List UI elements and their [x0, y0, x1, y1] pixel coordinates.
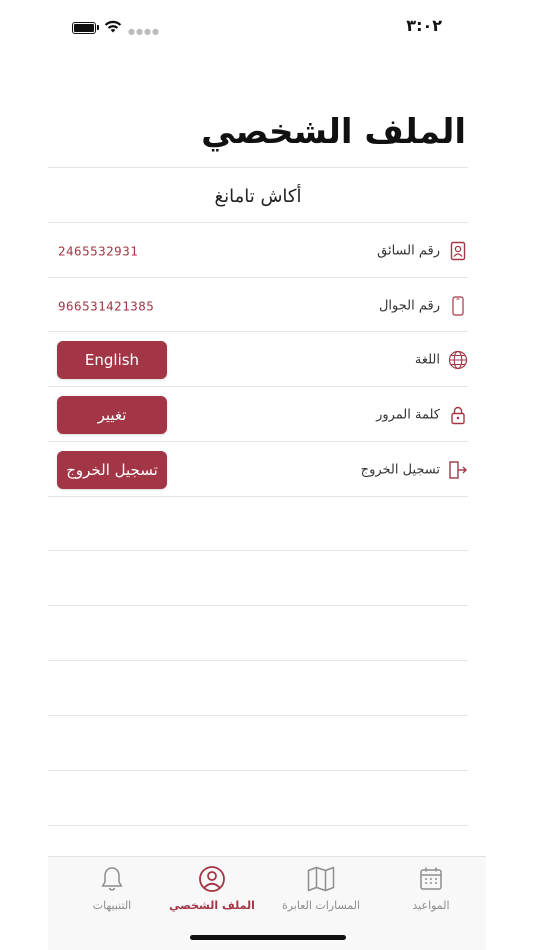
status-bar: ●●●● ٣:٠٢	[0, 0, 534, 56]
driver-number-value: 2465532931	[58, 243, 139, 259]
profile-icon	[199, 866, 225, 892]
tab-profile[interactable]: الملف الشخصي	[157, 865, 267, 912]
home-indicator	[190, 935, 346, 940]
id-card-icon	[450, 241, 466, 261]
driver-number-label: رقم السائق	[377, 243, 440, 259]
divider	[48, 441, 468, 442]
divider	[48, 660, 468, 661]
tab-appointments-label: المواعيد	[412, 899, 450, 912]
mobile-number-label: رقم الجوال	[378, 298, 440, 314]
signal-icon: ●●●●	[128, 27, 160, 36]
mobile-number-value: 966531421385	[58, 298, 155, 314]
wifi-icon	[104, 20, 122, 33]
globe-icon	[448, 350, 468, 370]
tab-notifications[interactable]: التنبيهات	[57, 865, 167, 912]
tab-profile-label: الملف الشخصي	[169, 899, 255, 912]
status-time: ٣:٠٢	[406, 16, 442, 35]
password-label: كلمة المرور	[376, 407, 440, 423]
page-title: الملف الشخصي	[201, 112, 466, 152]
divider	[48, 770, 468, 771]
divider	[48, 550, 468, 551]
tab-notifications-label: التنبيهات	[92, 899, 132, 912]
mobile-number-row: رقم الجوال 966531421385	[48, 279, 468, 333]
divider	[48, 605, 468, 606]
logout-button[interactable]: تسجيل الخروج	[57, 451, 167, 489]
driver-number-row: رقم السائق 2465532931	[48, 224, 468, 278]
password-row: كلمة المرور تغيير	[48, 388, 468, 442]
battery-cap	[97, 25, 99, 30]
divider	[48, 715, 468, 716]
divider	[48, 222, 468, 223]
change-password-button[interactable]: تغيير	[57, 396, 167, 434]
language-label: اللغة	[414, 352, 440, 368]
phone-icon	[452, 296, 464, 316]
calendar-icon	[420, 867, 442, 890]
user-name: أكاش تامانغ	[214, 186, 302, 207]
divider	[48, 825, 468, 826]
language-button[interactable]: English	[57, 341, 167, 379]
tab-appointments[interactable]: المواعيد	[376, 865, 486, 912]
logout-icon	[449, 461, 467, 479]
divider	[48, 331, 468, 332]
divider	[48, 167, 468, 168]
lock-icon	[451, 406, 465, 425]
divider	[48, 386, 468, 387]
logout-row: تسجيل الخروج تسجيل الخروج	[48, 443, 468, 497]
bell-icon	[101, 867, 123, 891]
divider	[48, 277, 468, 278]
battery-icon	[72, 22, 96, 34]
tab-transit-routes[interactable]: المسارات العابرة	[266, 865, 376, 912]
tab-transit-routes-label: المسارات العابرة	[281, 899, 361, 912]
language-row: اللغة English	[48, 333, 468, 387]
map-icon	[307, 866, 335, 892]
divider	[48, 496, 468, 497]
logout-label: تسجيل الخروج	[360, 462, 440, 478]
